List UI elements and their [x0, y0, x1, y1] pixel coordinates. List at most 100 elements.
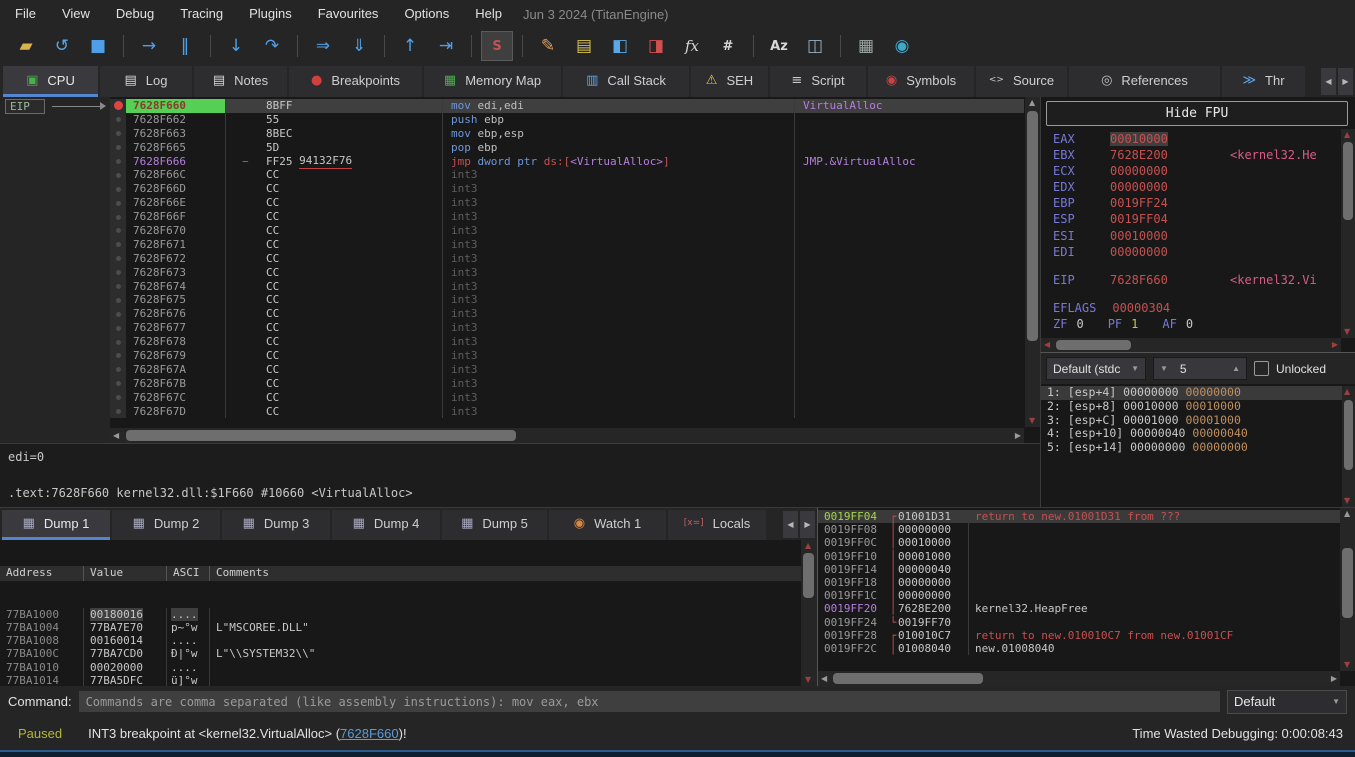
disasm-row[interactable]: 7628F677CCint3 — [110, 321, 1024, 335]
disasm-row[interactable]: 7628F66255push ebp — [110, 113, 1024, 127]
increment-icon[interactable]: ▲ — [1232, 364, 1240, 373]
scrollbar-thumb[interactable] — [803, 553, 814, 598]
bookmark-button[interactable]: ◨ — [640, 31, 672, 61]
disasm-row[interactable]: 7628F671CCint3 — [110, 238, 1024, 252]
breakpoint-gutter[interactable] — [110, 363, 126, 377]
register-row[interactable]: ESP0019FF04 — [1053, 211, 1341, 227]
stack-row[interactable]: 0019FF18│00000000 — [818, 576, 1340, 589]
disasm-row[interactable]: 7628F675CCint3 — [110, 293, 1024, 307]
breakpoint-dot[interactable] — [116, 145, 121, 150]
dump-row[interactable]: 77BA100800160014.... — [0, 634, 801, 647]
menu-item-favourites[interactable]: Favourites — [308, 0, 389, 28]
dump-tab-dump-4[interactable]: ▦Dump 4 — [332, 510, 440, 540]
breakpoint-gutter[interactable] — [110, 113, 126, 127]
dump-tab-scroll-left-button[interactable]: ◀ — [783, 511, 798, 538]
stack-vertical-scrollbar[interactable]: ▲ ▼ — [1340, 508, 1355, 671]
register-row[interactable]: EBP0019FF24 — [1053, 195, 1341, 211]
dump-vertical-scrollbar[interactable]: ▲ ▼ — [801, 540, 817, 686]
unlocked-checkbox[interactable] — [1254, 361, 1269, 376]
disasm-row[interactable]: 7628F67BCCint3 — [110, 377, 1024, 391]
menu-item-help[interactable]: Help — [465, 0, 512, 28]
breakpoint-gutter[interactable] — [110, 391, 126, 405]
argument-row[interactable]: 5: [esp+14] 00000000 00000000 — [1041, 441, 1342, 455]
run-button[interactable]: → — [133, 31, 165, 61]
breakpoint-gutter[interactable] — [110, 127, 126, 141]
step-into-button[interactable]: ↓ — [220, 31, 252, 61]
ordinals-button[interactable]: # — [712, 31, 744, 61]
dump-tab-dump-1[interactable]: ▦Dump 1 — [2, 510, 110, 540]
function-button[interactable]: fx — [676, 31, 708, 61]
dump-row[interactable]: 77BA100000180016.... — [0, 608, 801, 621]
breakpoint-dot[interactable] — [116, 201, 121, 206]
breakpoint-gutter[interactable] — [110, 168, 126, 182]
scroll-up-icon[interactable]: ▲ — [805, 542, 811, 550]
breakpoint-gutter[interactable] — [110, 307, 126, 321]
disasm-row[interactable]: 7628F670CCint3 — [110, 224, 1024, 238]
tab-scroll-right-button[interactable]: ▶ — [1338, 68, 1353, 95]
tab-notes[interactable]: ▤Notes — [194, 66, 287, 97]
assemble-button[interactable]: ✎ — [532, 31, 564, 61]
tab-breakpoints[interactable]: ●Breakpoints — [289, 66, 422, 97]
tab-log[interactable]: ▤Log — [100, 66, 192, 97]
breakpoint-gutter[interactable] — [110, 141, 126, 155]
scroll-left-icon[interactable]: ◀ — [1044, 341, 1050, 349]
command-input[interactable] — [79, 691, 1220, 712]
open-folder-button[interactable]: ▰ — [10, 31, 42, 61]
menu-item-tracing[interactable]: Tracing — [170, 0, 233, 28]
stop-debugging-button[interactable]: ■ — [82, 31, 114, 61]
register-row[interactable]: EDI00000000 — [1053, 244, 1341, 260]
disasm-row[interactable]: 7628F678CCint3 — [110, 335, 1024, 349]
pause-button[interactable]: ‖ — [169, 31, 201, 61]
run-to-user-code-button[interactable]: ⇒ — [307, 31, 339, 61]
registers-vertical-scrollbar[interactable]: ▲ ▼ — [1341, 129, 1355, 338]
register-row[interactable]: EDX00000000 — [1053, 179, 1341, 195]
source-mode-button[interactable]: S — [481, 31, 513, 61]
scroll-left-icon[interactable]: ◀ — [821, 675, 827, 683]
breakpoint-dot[interactable] — [116, 409, 121, 414]
disasm-row[interactable]: 7628F66DCCint3 — [110, 182, 1024, 196]
dump-row[interactable]: 77BA101477BA5DFCü]°w — [0, 674, 801, 686]
stack-row[interactable]: 0019FF2C│01008040new.01008040 — [818, 642, 1340, 655]
scroll-up-icon[interactable]: ▲ — [1029, 99, 1035, 107]
breakpoint-gutter[interactable] — [110, 335, 126, 349]
flags-row[interactable]: ZF0PF1AF0 — [1053, 316, 1341, 332]
breakpoint-gutter[interactable] — [110, 377, 126, 391]
breakpoint-dot[interactable] — [116, 326, 121, 331]
registers-horizontal-scrollbar[interactable]: ◀ ▶ — [1041, 338, 1341, 352]
stack-row[interactable]: 0019FF20│7628E200kernel32.HeapFree — [818, 602, 1340, 615]
breakpoint-dot[interactable] — [116, 340, 121, 345]
disasm-row[interactable]: 7628F67CCCint3 — [110, 391, 1024, 405]
scroll-up-icon[interactable]: ▲ — [1344, 131, 1350, 139]
tab-memory-map[interactable]: ▦Memory Map — [424, 66, 561, 97]
argument-row[interactable]: 2: [esp+8] 00010000 00010000 — [1041, 400, 1342, 414]
disasm-row[interactable]: 7628F672CCint3 — [110, 252, 1024, 266]
breakpoint-address-link[interactable]: 7628F660 — [340, 726, 399, 741]
menu-item-plugins[interactable]: Plugins — [239, 0, 302, 28]
breakpoint-dot[interactable] — [116, 117, 121, 122]
menu-item-file[interactable]: File — [5, 0, 46, 28]
scroll-down-icon[interactable]: ▼ — [1344, 661, 1350, 669]
disasm-row[interactable]: 7628F679CCint3 — [110, 349, 1024, 363]
stack-row[interactable]: 0019FF0C│00010000 — [818, 536, 1340, 549]
disasm-row[interactable]: 7628F66ECCint3 — [110, 196, 1024, 210]
disasm-row[interactable]: 7628F674CCint3 — [110, 280, 1024, 294]
argument-row[interactable]: 4: [esp+10] 00000040 00000040 — [1041, 427, 1342, 441]
execute-till-return-button[interactable]: ↑ — [394, 31, 426, 61]
scroll-right-icon[interactable]: ▶ — [1015, 432, 1021, 440]
dump-tab-watch-1[interactable]: ◉Watch 1 — [549, 510, 666, 540]
disasm-row[interactable]: 7628F6608BFFmov edi,ediVirtualAlloc — [110, 99, 1024, 113]
decrement-icon[interactable]: ▼ — [1160, 364, 1168, 373]
scroll-down-icon[interactable]: ▼ — [1029, 417, 1035, 425]
breakpoint-gutter[interactable] — [110, 210, 126, 224]
stack-row[interactable]: 0019FF14│00000040 — [818, 563, 1340, 576]
disassembly-horizontal-scrollbar[interactable]: ◀ ▶ — [110, 428, 1024, 443]
tab-script[interactable]: ≡Script — [770, 66, 866, 97]
disasm-row[interactable]: 7628F666−FF25 94132F76jmp dword ptr ds:[… — [110, 155, 1024, 169]
comment-button[interactable]: ▤ — [568, 31, 600, 61]
breakpoint-gutter[interactable] — [110, 155, 126, 169]
breakpoint-gutter[interactable] — [110, 349, 126, 363]
disasm-row[interactable]: 7628F67DCCint3 — [110, 405, 1024, 419]
dump-tab-dump-5[interactable]: ▦Dump 5 — [442, 510, 547, 540]
breakpoint-dot[interactable] — [116, 353, 121, 358]
arguments-vertical-scrollbar[interactable]: ▲ ▼ — [1342, 386, 1355, 507]
